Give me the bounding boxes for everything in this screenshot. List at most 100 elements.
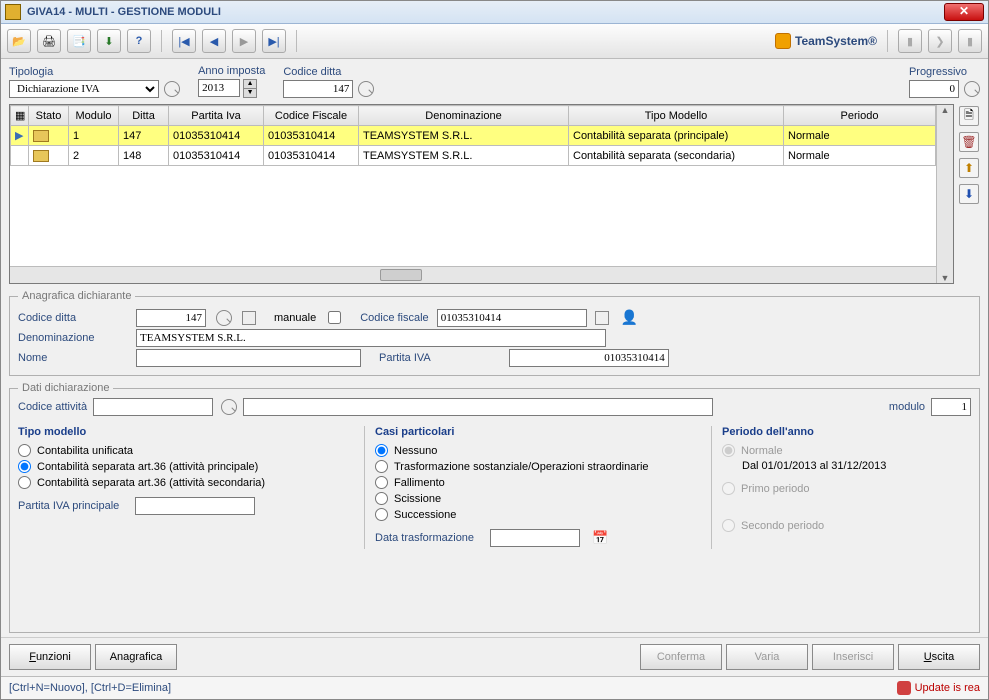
grid-vscroll[interactable]: ▲▼ [936,105,953,283]
anno-up-icon[interactable]: ▲ [243,79,257,89]
funzioni-button[interactable]: FFunzioniunzioni [9,644,91,670]
shortcuts-text: [Ctrl+N=Nuovo], [Ctrl+D=Elimina] [9,682,171,694]
cell-stato [29,146,69,166]
excel-icon[interactable]: ⬇ [97,29,121,53]
print-icon[interactable]: 🖨 [37,29,61,53]
anno-down-icon[interactable]: ▼ [243,89,257,98]
anag-cf-input[interactable] [437,309,587,327]
anag-codice-ditta-search-icon[interactable] [216,310,232,326]
data-trasf-input[interactable] [490,529,580,547]
anag-codice-ditta-input[interactable] [136,309,206,327]
next-record-icon[interactable]: ▶ [232,29,256,53]
anagrafica-button[interactable]: Anagrafica [95,644,177,670]
cell-periodo: Normale [784,146,936,166]
anag-denom-input[interactable] [136,329,606,347]
progressivo-search-icon[interactable] [964,81,980,97]
cell-piva: 01035310414 [169,146,264,166]
tipologia-select[interactable]: Dichiarazione IVA [9,80,159,98]
row-pointer [11,146,29,166]
casi-trasf-label: Trasformazione sostanziale/Operazioni st… [394,461,649,473]
periodo-primo-label: Primo periodo [741,483,809,495]
anag-piva-input[interactable] [509,349,669,367]
grid-empty-area [10,166,936,266]
side-down-icon[interactable]: ⬇ [959,184,979,204]
inserisci-button[interactable]: Inserisci [812,644,894,670]
codice-ditta-search-icon[interactable] [358,81,374,97]
varia-button[interactable]: Varia [726,644,808,670]
col-tipo[interactable]: Tipo Modello [569,106,784,126]
anag-aux-icon[interactable] [242,311,256,325]
button-bar: FFunzioniunzioni Anagrafica Conferma Var… [1,637,988,676]
last-record-icon[interactable]: ▶| [262,29,286,53]
doc2-icon[interactable]: ❯ [928,29,952,53]
col-piva[interactable]: Partita Iva [169,106,264,126]
separator [887,30,888,52]
periodo-range: Dal 01/01/2013 al 31/12/2013 [742,460,961,472]
col-cf[interactable]: Codice Fiscale [264,106,359,126]
grid-row[interactable]: 2 148 01035310414 01035310414 TEAMSYSTEM… [11,146,936,166]
tipo-unificata-radio[interactable] [18,444,31,457]
grid-row[interactable]: ▶ 1 147 01035310414 01035310414 TEAMSYST… [11,126,936,146]
anag-cf-check-icon[interactable] [595,311,609,325]
col-periodo[interactable]: Periodo [784,106,936,126]
tipo-secondaria-radio[interactable] [18,476,31,489]
conferma-button[interactable]: Conferma [640,644,722,670]
cell-modulo: 2 [69,146,119,166]
first-record-icon[interactable]: |◀ [172,29,196,53]
piva-princ-label: Partita IVA principale [18,500,119,512]
codice-ditta-field: Codice ditta [283,66,374,98]
manuale-checkbox[interactable] [328,311,341,324]
col-stato[interactable]: Stato [29,106,69,126]
col-ditta[interactable]: Ditta [119,106,169,126]
row-pointer-icon: ▶ [11,126,29,146]
casi-col: Casi particolari Nessuno Trasformazione … [364,426,705,549]
doc3-icon[interactable]: ▮ [958,29,982,53]
calendar-icon[interactable]: 📅 [592,530,608,546]
app-icon [5,4,21,20]
moduli-grid[interactable]: ▦ Stato Modulo Ditta Partita Iva Codice … [9,104,954,284]
update-indicator[interactable]: Update is rea [897,681,980,695]
grid-area: ▦ Stato Modulo Ditta Partita Iva Codice … [9,104,980,284]
grid-corner[interactable]: ▦ [11,106,29,126]
anagrafica-legend: Anagrafica dichiarante [18,290,135,302]
codatt-input[interactable] [93,398,213,416]
doc1-icon[interactable]: ▮ [898,29,922,53]
anag-nome-input[interactable] [136,349,361,367]
cell-cf: 01035310414 [264,126,359,146]
progressivo-input[interactable] [909,80,959,98]
brand: TeamSystem® [775,33,877,49]
side-up-icon[interactable]: ⬆ [959,158,979,178]
open-icon[interactable]: 📂 [7,29,31,53]
casi-sciss-radio[interactable] [375,492,388,505]
denom-label: Denominazione [18,332,128,344]
grid-hscroll[interactable] [10,266,936,283]
side-doc-icon[interactable]: 🗎 [959,106,979,126]
close-button[interactable]: ✕ [944,3,984,21]
casi-nessuno-radio[interactable] [375,444,388,457]
codatt-desc-input[interactable] [243,398,713,416]
codatt-search-icon[interactable] [221,399,237,415]
tipologia-search-icon[interactable] [164,81,180,97]
casi-succ-radio[interactable] [375,508,388,521]
periodo-normale-label: Normale [741,445,783,457]
piva-princ-input[interactable] [135,497,255,515]
tipo-principale-radio[interactable] [18,460,31,473]
window-title: GIVA14 - MULTI - GESTIONE MODULI [27,6,944,18]
side-delete-icon[interactable]: 🗑 [959,132,979,152]
modulo-input[interactable] [931,398,971,416]
grid-header-row: ▦ Stato Modulo Ditta Partita Iva Codice … [11,106,936,126]
col-modulo[interactable]: Modulo [69,106,119,126]
col-denom[interactable]: Denominazione [359,106,569,126]
casi-trasf-radio[interactable] [375,460,388,473]
copy-icon[interactable]: 📑 [67,29,91,53]
anno-input[interactable] [198,79,240,97]
dati-legend: Dati dichiarazione [18,382,113,394]
periodo-col: Periodo dell'anno Normale Dal 01/01/2013… [711,426,971,549]
uscita-button[interactable]: UscitaUscita [898,644,980,670]
periodo-secondo-radio [722,519,735,532]
help-icon[interactable]: ? [127,29,151,53]
cell-denom: TEAMSYSTEM S.R.L. [359,126,569,146]
casi-fall-radio[interactable] [375,476,388,489]
codice-ditta-input[interactable] [283,80,353,98]
prev-record-icon[interactable]: ◀ [202,29,226,53]
